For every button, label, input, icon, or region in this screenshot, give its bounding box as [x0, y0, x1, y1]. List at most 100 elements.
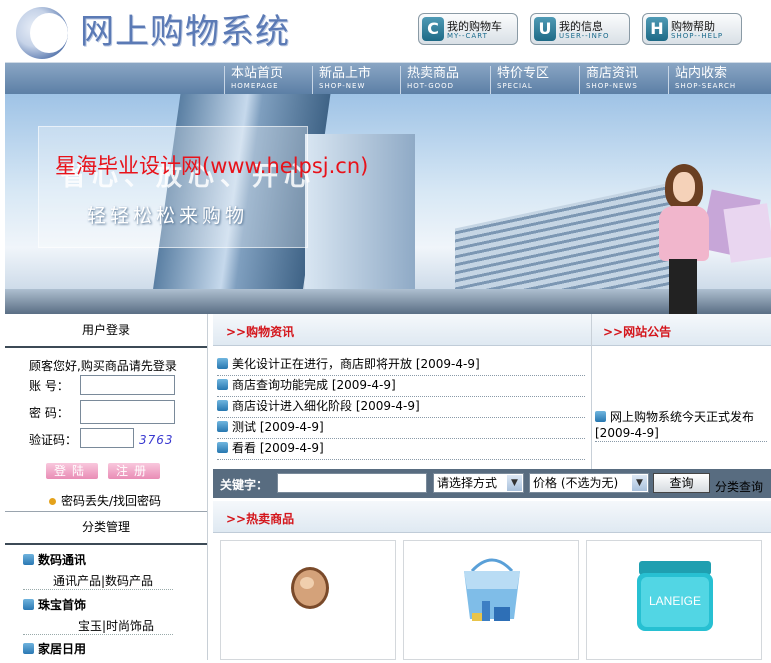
nav-news[interactable]: 商店资讯 SHOP-NEWS [579, 66, 638, 94]
account-input[interactable] [80, 375, 175, 395]
news-item[interactable]: 美化设计正在进行，商店即将开放 [2009-4-9] [217, 355, 585, 376]
search-bar: 关键字： 请选择方式 ▼ 价格 (不选为无) ▼ 查询 分类查询 [213, 469, 771, 498]
shop-help-sub: SHOP--HELP [671, 32, 724, 40]
product-card[interactable] [220, 540, 396, 660]
method-select-value: 请选择方式 [437, 476, 498, 490]
shop-help-button[interactable]: H 购物帮助 SHOP--HELP [642, 13, 742, 45]
banner-watermark: 星海毕业设计网(www.helpsj.cn) [55, 154, 369, 178]
news-item-text: 商店设计进入细化阶段 [2009-4-9] [232, 399, 420, 413]
news-item-text: 美化设计正在进行，商店即将开放 [2009-4-9] [232, 357, 480, 371]
chevron-down-icon: ▼ [632, 475, 647, 491]
arrow-icon [217, 358, 228, 369]
user-info-button[interactable]: U 我的信息 USER--INFO [530, 13, 630, 45]
notice-section-title: >>网站公告 [603, 325, 672, 339]
site-title: 网上购物系统 [80, 12, 290, 52]
nav-search-label: 站内收索 [675, 66, 728, 81]
category-query-link[interactable]: 分类查询 [715, 478, 763, 495]
register-button[interactable]: 注册 [108, 463, 160, 479]
nav-hot[interactable]: 热卖商品 HOT-GOOD [400, 66, 459, 94]
arrow-icon [217, 421, 228, 432]
divider [5, 511, 207, 512]
nav-news-sub: SHOP-NEWS [586, 82, 638, 90]
keyword-input[interactable] [277, 473, 427, 493]
news-item[interactable]: 商店设计进入细化阶段 [2009-4-9] [217, 397, 585, 418]
product-name [404, 653, 580, 663]
user-icon: U [534, 17, 556, 41]
my-cart-sub: MY--CART [447, 32, 488, 40]
price-select[interactable]: 价格 (不选为无) ▼ [529, 473, 649, 493]
category-digital[interactable]: 数码通讯 [23, 551, 86, 568]
login-button[interactable]: 登陆 [46, 463, 98, 479]
nav-special-label: 特价专区 [497, 66, 550, 81]
nav-new[interactable]: 新品上市 SHOP-NEW [312, 66, 371, 94]
keyword-label: 关键字： [220, 478, 269, 492]
notice-section-header: >>网站公告 [592, 314, 771, 346]
password-input[interactable] [80, 400, 175, 424]
arrow-icon [23, 554, 34, 565]
method-select[interactable]: 请选择方式 ▼ [433, 473, 524, 493]
nav-new-sub: SHOP-NEW [319, 82, 366, 90]
divider [591, 314, 592, 469]
brand-label: LANEIGE [649, 594, 701, 608]
nav-home-label: 本站首页 [231, 66, 284, 81]
product-name [221, 653, 397, 663]
chevron-down-icon: ▼ [507, 475, 522, 491]
my-cart-button[interactable]: C 我的购物车 MY--CART [418, 13, 518, 45]
category-jewelry[interactable]: 珠宝首饰 [23, 596, 86, 613]
arrow-icon [217, 379, 228, 390]
captcha-input[interactable] [80, 428, 134, 448]
news-item[interactable]: 看看 [2009-4-9] [217, 439, 585, 460]
news-item-text: 测试 [2009-4-9] [232, 420, 324, 434]
nav-hot-sub: HOT-GOOD [407, 82, 455, 90]
nav-news-label: 商店资讯 [586, 66, 639, 81]
nav-hot-label: 热卖商品 [407, 66, 460, 81]
arrow-icon [217, 400, 228, 411]
product-card[interactable]: LANEIGE [586, 540, 762, 660]
divider [5, 346, 207, 348]
nav-special-sub: SPECIAL [497, 82, 533, 90]
user-info-sub: USER--INFO [559, 32, 610, 40]
news-section-header: >>购物资讯 [213, 314, 591, 346]
divider [5, 543, 207, 545]
news-item[interactable]: 测试 [2009-4-9] [217, 418, 585, 439]
category-digital-label: 数码通讯 [38, 553, 87, 567]
logo-crescent [30, 13, 68, 53]
laneige-cream-icon: LANEIGE [637, 561, 713, 631]
account-label: 账 号： [29, 379, 69, 393]
banner: 省心、放心、开心 轻轻松松来购物 星海毕业设计网(www.helpsj.cn) [5, 94, 771, 314]
nav-special[interactable]: 特价专区 SPECIAL [490, 66, 549, 94]
cart-icon: C [422, 17, 444, 41]
nav-home[interactable]: 本站首页 HOMEPAGE [224, 66, 283, 94]
category-digital-subs[interactable]: 通讯产品|数码产品 [53, 572, 153, 589]
arrow-icon [23, 643, 34, 654]
nav-search[interactable]: 站内收索 SHOP-SEARCH [668, 66, 736, 94]
forgot-password-text: 密码丢失/找回密码 [61, 494, 162, 508]
arrow-icon [23, 599, 34, 610]
shopping-bag-icon [723, 203, 771, 263]
price-select-value: 价格 (不选为无) [533, 476, 619, 490]
hot-section-title: >>热卖商品 [226, 512, 295, 526]
category-jewelry-subs[interactable]: 宝玉|时尚饰品 [78, 617, 154, 634]
category-title: 分类管理 [81, 520, 130, 534]
arrow-icon [217, 442, 228, 453]
divider [23, 589, 173, 590]
main-nav: 本站首页 HOMEPAGE 新品上市 SHOP-NEW 热卖商品 HOT-GOO… [5, 62, 771, 94]
notice-item[interactable]: 网上购物系统今天正式发布 [2009-4-9] [595, 409, 767, 442]
news-item-text: 看看 [2009-4-9] [232, 441, 324, 455]
login-tip: 顾客您好,购买商品请先登录 [29, 359, 177, 373]
help-icon: H [646, 17, 668, 41]
product-name [587, 653, 763, 663]
query-button[interactable]: 查询 [653, 473, 710, 493]
nav-home-sub: HOMEPAGE [231, 82, 279, 90]
category-jewelry-label: 珠宝首饰 [38, 598, 87, 612]
category-home[interactable]: 家居日用 [23, 640, 86, 657]
header: 网上购物系统 C 我的购物车 MY--CART U 我的信息 USER--INF… [0, 0, 771, 62]
news-item[interactable]: 商店查询功能完成 [2009-4-9] [217, 376, 585, 397]
banner-slogan: 轻轻松松来购物 [87, 205, 249, 227]
category-home-label: 家居日用 [38, 642, 87, 656]
product-card[interactable] [403, 540, 579, 660]
shopper-woman-illustration [655, 164, 715, 314]
captcha-image: 3763 [139, 433, 174, 447]
forgot-password-link[interactable]: 密码丢失/找回密码 [49, 492, 161, 509]
nav-new-label: 新品上市 [319, 66, 372, 81]
